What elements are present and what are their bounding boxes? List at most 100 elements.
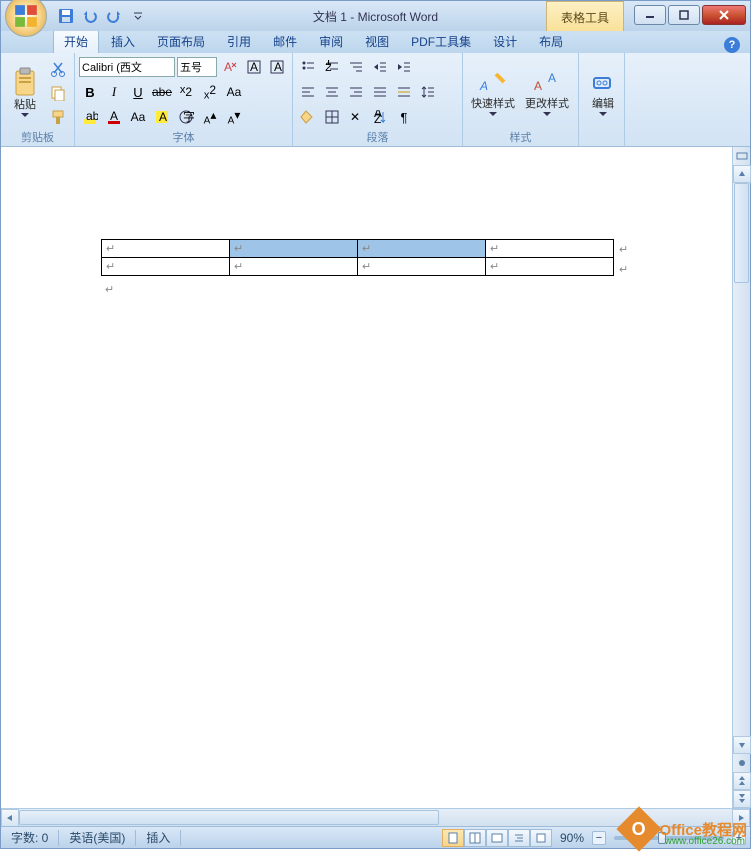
cut-button[interactable] [47, 58, 69, 80]
align-center-button[interactable] [321, 81, 343, 103]
full-screen-view-icon[interactable] [464, 829, 486, 847]
svg-text:A: A [534, 79, 542, 93]
sort-button[interactable]: AZ [369, 106, 391, 128]
enclose-characters-button[interactable]: 字 [175, 106, 197, 128]
justify-button[interactable] [369, 81, 391, 103]
copy-button[interactable] [47, 82, 69, 104]
line-spacing-button[interactable] [417, 81, 439, 103]
redo-button[interactable] [103, 5, 125, 27]
shading-button[interactable] [297, 106, 319, 128]
table-cell[interactable]: ↵ [486, 240, 614, 258]
svg-text:Z: Z [374, 112, 381, 124]
table-cell-selected[interactable]: ↵ [230, 240, 358, 258]
scroll-left-arrow-icon[interactable] [1, 809, 19, 827]
table-cell[interactable]: ↵ [486, 258, 614, 276]
font-grow-button[interactable]: A▴ [199, 106, 221, 128]
qat-customize-dropdown[interactable] [127, 5, 149, 27]
minimize-button[interactable] [634, 5, 666, 25]
tab-table-design[interactable]: 设计 [483, 30, 527, 53]
next-page-icon[interactable] [733, 790, 751, 808]
multilevel-list-button[interactable] [345, 56, 367, 78]
borders-button[interactable] [321, 106, 343, 128]
strikethrough-button[interactable]: abe [151, 81, 173, 103]
paragraph-mark: ↵ [105, 283, 114, 296]
scroll-track[interactable] [733, 183, 750, 736]
increase-indent-button[interactable] [393, 56, 415, 78]
subscript-button[interactable]: x2 [175, 81, 197, 103]
document-viewport[interactable]: ↵ ↵ ↵ ↵ ↵ ↵ ↵ ↵ ↵ ↵ ↵ [1, 147, 732, 808]
outline-view-icon[interactable] [508, 829, 530, 847]
maximize-button[interactable] [668, 5, 700, 25]
table-cell[interactable]: ↵ [102, 240, 230, 258]
tab-insert[interactable]: 插入 [101, 30, 145, 53]
scroll-up-arrow-icon[interactable] [733, 165, 751, 183]
tab-review[interactable]: 审阅 [309, 30, 353, 53]
font-name-select[interactable] [79, 57, 175, 77]
bold-button[interactable]: B [79, 81, 101, 103]
distributed-button[interactable] [393, 81, 415, 103]
change-case-button[interactable]: Aa [223, 81, 245, 103]
table-row[interactable]: ↵ ↵ ↵ ↵ [102, 258, 614, 276]
undo-button[interactable] [79, 5, 101, 27]
editing-button[interactable]: 编辑 [583, 56, 623, 132]
table-row[interactable]: ↵ ↵ ↵ ↵ [102, 240, 614, 258]
tab-pdf-tools[interactable]: PDF工具集 [401, 30, 481, 53]
highlight-button[interactable]: ab [79, 106, 101, 128]
font-shrink-button[interactable]: A▾ [223, 106, 245, 128]
font-color-button[interactable]: A [103, 106, 125, 128]
character-shading-button[interactable]: A [151, 106, 173, 128]
superscript-button[interactable]: x2 [199, 81, 221, 103]
language-status[interactable]: 英语(美国) [63, 829, 131, 846]
contextual-tab-label: 表格工具 [546, 1, 624, 31]
decrease-indent-button[interactable] [369, 56, 391, 78]
text-direction-button[interactable]: ✕ [345, 106, 367, 128]
web-layout-view-icon[interactable] [486, 829, 508, 847]
help-icon[interactable]: ? [724, 37, 740, 53]
draft-view-icon[interactable] [530, 829, 552, 847]
align-left-button[interactable] [297, 81, 319, 103]
svg-text:A: A [110, 109, 118, 123]
phonetic-guide-button[interactable]: A [243, 56, 265, 78]
window-controls [634, 5, 746, 25]
clear-formatting-button[interactable]: A [219, 56, 241, 78]
browse-object-icon[interactable] [733, 754, 750, 772]
italic-button[interactable]: I [103, 81, 125, 103]
word-count[interactable]: 字数: 0 [5, 829, 54, 846]
table-cell[interactable]: ↵ [102, 258, 230, 276]
table-cell[interactable]: ↵ [230, 258, 358, 276]
bullets-button[interactable] [297, 56, 319, 78]
app-window: 文档 1 - Microsoft Word 表格工具 开始 插入 页面布局 引用… [0, 0, 751, 849]
tab-home[interactable]: 开始 [53, 29, 99, 53]
tab-table-layout[interactable]: 布局 [529, 30, 573, 53]
scroll-thumb[interactable] [734, 183, 749, 283]
tab-view[interactable]: 视图 [355, 30, 399, 53]
print-layout-view-icon[interactable] [442, 829, 464, 847]
format-painter-button[interactable] [47, 106, 69, 128]
zoom-out-button[interactable]: − [592, 831, 606, 845]
font-size-select[interactable] [177, 57, 217, 77]
vertical-scrollbar[interactable] [732, 147, 750, 808]
underline-button[interactable]: U [127, 81, 149, 103]
character-border-button[interactable]: A [266, 56, 288, 78]
scroll-thumb[interactable] [19, 810, 439, 825]
prev-page-icon[interactable] [733, 772, 751, 790]
table-cell[interactable]: ↵ [358, 258, 486, 276]
ruler-toggle-icon[interactable] [733, 147, 750, 165]
numbering-button[interactable]: 12 [321, 56, 343, 78]
save-button[interactable] [55, 5, 77, 27]
zoom-level[interactable]: 90% [554, 831, 590, 845]
align-right-button[interactable] [345, 81, 367, 103]
paste-button[interactable]: 粘贴 [5, 56, 45, 128]
quick-styles-button[interactable]: A 快速样式 [467, 56, 519, 128]
scroll-down-arrow-icon[interactable] [733, 736, 751, 754]
tab-page-layout[interactable]: 页面布局 [147, 30, 215, 53]
tab-mailings[interactable]: 邮件 [263, 30, 307, 53]
tab-references[interactable]: 引用 [217, 30, 261, 53]
table[interactable]: ↵ ↵ ↵ ↵ ↵ ↵ ↵ ↵ ↵ ↵ ↵ [101, 239, 614, 276]
insert-mode[interactable]: 插入 [140, 829, 176, 846]
change-styles-button[interactable]: AA 更改样式 [521, 56, 573, 128]
show-hide-button[interactable]: ¶ [393, 106, 415, 128]
close-button[interactable] [702, 5, 746, 25]
table-cell-selected[interactable]: ↵ [358, 240, 486, 258]
grow-font-button[interactable]: Aa [127, 106, 149, 128]
